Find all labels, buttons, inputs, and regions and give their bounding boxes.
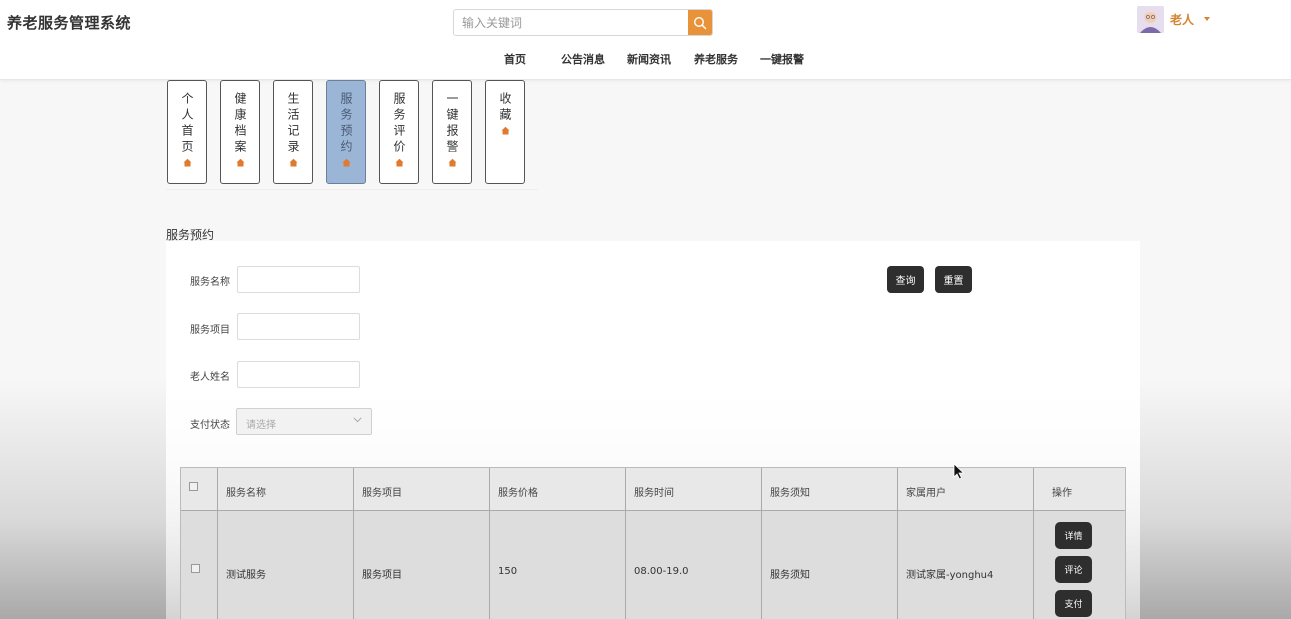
reset-button[interactable]: 重置 [935,266,972,293]
cell-service-item: 服务项目 [362,570,402,581]
comment-button[interactable]: 评论 [1055,556,1092,583]
table-cell [181,511,218,619]
cell-service-name: 测试服务 [226,570,266,581]
house-icon [183,158,191,167]
tab-service-review[interactable]: 服务评价 [379,80,419,184]
header-actions: 操作 [1052,488,1072,499]
header-service-price[interactable]: 服务价格 [498,484,538,499]
detail-button[interactable]: 详情 [1055,522,1092,549]
table-header-row: 服务名称 服务项目 服务价格 服务时间 服务须知 家属用户 操作 [181,468,1125,511]
cell-time: 08.00-19.0 [634,566,689,577]
house-icon [448,158,456,167]
pay-status-placeholder: 请选择 [246,420,276,431]
search-button[interactable] [688,10,712,35]
cell-family-user: 测试家属-yonghu4 [906,570,994,581]
header-cell: 操作 [1034,468,1127,510]
tab-label: 生活记录 [286,92,300,156]
tab-favorites[interactable]: 收藏 [485,80,525,184]
table-cell: 测试家属-yonghu4 [898,511,1034,619]
header-service-time[interactable]: 服务时间 [634,484,674,499]
table-cell: 150 [490,511,626,619]
header-service-item[interactable]: 服务项目 [362,484,402,499]
main-nav: 首页 公告消息 新闻资讯 养老服务 一键报警 [0,51,1291,69]
tab-label: 服务预约 [339,92,353,156]
header-family-user[interactable]: 家属用户 [906,484,946,499]
header-cell: 服务项目 [354,468,490,510]
header-cell: 服务名称 [218,468,354,510]
header-cell: 家属用户 [898,468,1034,510]
table-row: 测试服务 服务项目 150 08.00-19.0 服务须知 测试家属-yongh… [181,511,1125,619]
tab-life-records[interactable]: 生活记录 [273,80,313,184]
header-cell: 服务价格 [490,468,626,510]
tab-health-records[interactable]: 健康档案 [220,80,260,184]
query-button[interactable]: 查询 [887,266,924,293]
booking-table: 服务名称 服务项目 服务价格 服务时间 服务须知 家属用户 操作 测试服务 服务… [180,467,1126,619]
pay-status-label: 支付状态 [190,420,230,431]
header-service-notice[interactable]: 服务须知 [770,484,810,499]
avatar [1137,5,1164,33]
tab-personal-home[interactable]: 个人首页 [167,80,207,184]
side-tab-strip: 个人首页 健康档案 生活记录 服务预约 服务评价 一键报警 收藏 [166,80,538,190]
table-cell: 测试服务 [218,511,354,619]
table-cell: 08.00-19.0 [626,511,762,619]
tab-label: 收藏 [498,92,512,124]
user-menu[interactable]: 老人 [1137,5,1211,33]
service-name-label: 服务名称 [190,277,230,288]
tab-label: 一键报警 [445,92,459,156]
tab-label: 个人首页 [180,92,194,156]
app-title: 养老服务管理系统 [7,14,132,32]
search-icon [693,16,707,29]
search-box[interactable] [453,9,713,36]
cell-price: 150 [498,566,518,577]
nav-item-news[interactable]: 新闻资讯 [627,51,671,67]
tab-service-booking[interactable]: 服务预约 [326,80,366,184]
house-icon [501,126,509,135]
house-icon [342,158,350,167]
row-checkbox[interactable] [191,564,200,573]
nav-item-home[interactable]: 首页 [504,51,526,67]
nav-item-elder-services[interactable]: 养老服务 [694,51,738,67]
house-icon [395,158,403,167]
mouse-cursor-icon [953,463,965,480]
search-input[interactable] [454,10,690,35]
select-all-checkbox[interactable] [189,482,198,491]
service-item-input[interactable] [237,313,360,340]
tab-label: 服务评价 [392,92,406,156]
chevron-down-icon[interactable] [1204,17,1211,21]
house-icon [236,158,244,167]
elder-name-input[interactable] [237,361,360,388]
table-cell-actions: 详情 评论 支付 [1034,511,1127,619]
service-name-input[interactable] [237,266,360,293]
header-cell [181,468,218,510]
elder-name-label: 老人姓名 [190,372,230,383]
nav-item-emergency-alarm[interactable]: 一键报警 [760,51,804,67]
house-icon [289,158,297,167]
table-cell: 服务项目 [354,511,490,619]
user-name[interactable]: 老人 [1170,11,1194,28]
header-service-name[interactable]: 服务名称 [226,484,266,499]
tab-label: 健康档案 [233,92,247,156]
cell-notice: 服务须知 [770,570,810,581]
chevron-down-icon [353,417,362,423]
tab-emergency-alarm[interactable]: 一键报警 [432,80,472,184]
header-cell: 服务须知 [762,468,898,510]
service-item-label: 服务项目 [190,325,230,336]
pay-status-select[interactable]: 请选择 [236,408,372,435]
top-header: 养老服务管理系统 老人 首页 公告消息 新闻资讯 养老服务 [0,0,1291,80]
pay-button[interactable]: 支付 [1055,590,1092,617]
table-cell: 服务须知 [762,511,898,619]
nav-item-announcements[interactable]: 公告消息 [561,51,605,67]
header-cell: 服务时间 [626,468,762,510]
